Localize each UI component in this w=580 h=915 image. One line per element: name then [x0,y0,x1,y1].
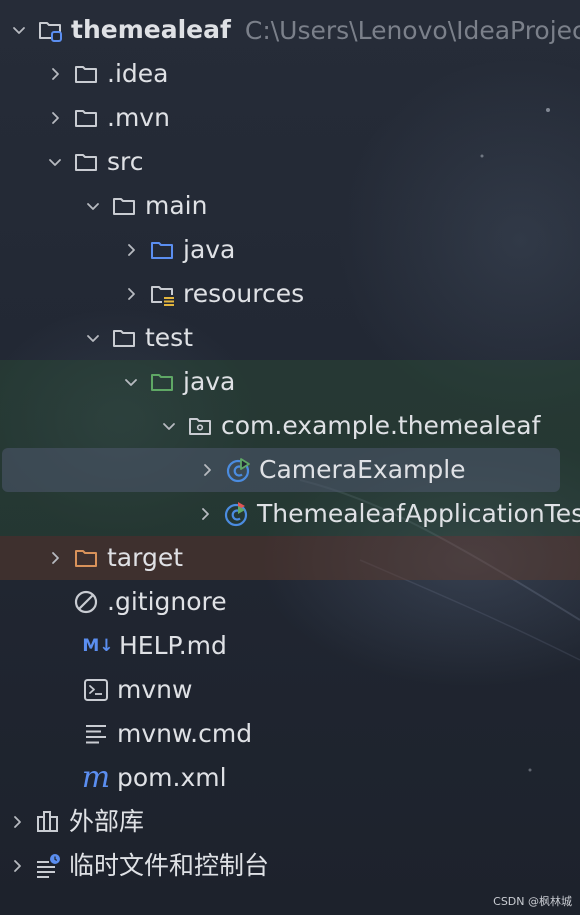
package-icon [186,412,214,440]
tree-row-src[interactable]: src [0,140,580,184]
chevron-right-icon[interactable] [44,63,66,85]
markdown-icon: M↓ [82,636,114,656]
maven-icon: m [81,760,111,795]
watermark: CSDN @枫林城 [493,895,572,908]
chevron-down-icon[interactable] [44,151,66,173]
project-name: themealeaf [71,15,231,44]
folder-icon [72,60,100,88]
test-root-folder-icon [148,368,176,396]
tree-row-package[interactable]: com.example.themealeaf [0,404,580,448]
ignore-file-icon [72,588,100,616]
test-class-icon [222,500,250,528]
tree-row-mvn[interactable]: .mvn [0,96,580,140]
excluded-folder-icon [72,544,100,572]
folder-icon [72,104,100,132]
tree-label: test [145,323,194,352]
tree-label: .gitignore [107,587,227,616]
chevron-down-icon[interactable] [82,327,104,349]
source-root-folder-icon [148,236,176,264]
tree-row-target[interactable]: target [0,536,580,580]
folder-icon [110,324,138,352]
tree-label: HELP.md [119,631,227,660]
project-path: C:\Users\Lenovo\IdeaProjects [244,15,580,45]
tree-label: 外部库 [69,807,145,836]
tree-row-test[interactable]: test [0,316,580,360]
tree-row-mvnw[interactable]: mvnw [0,668,580,712]
tree-row-test-java[interactable]: java [0,360,580,404]
chevron-right-icon[interactable] [44,547,66,569]
chevron-right-icon[interactable] [120,283,142,305]
chevron-right-icon[interactable] [44,107,66,129]
tree-label: ThemealeafApplicationTests [257,499,580,528]
tree-label: main [145,191,208,220]
tree-label: java [183,367,236,396]
chevron-right-icon[interactable] [196,459,218,481]
chevron-down-icon[interactable] [8,19,30,41]
tree-row-mvnw-cmd[interactable]: mvnw.cmd [0,712,580,756]
tree-row-resources[interactable]: resources [0,272,580,316]
text-file-icon [82,720,110,748]
chevron-right-icon[interactable] [120,239,142,261]
folder-icon [110,192,138,220]
chevron-right-icon[interactable] [194,503,216,525]
tree-label: target [107,543,184,572]
tree-row-camera-example[interactable]: CameraExample [2,448,560,492]
chevron-down-icon[interactable] [82,195,104,217]
module-folder-icon [36,16,64,44]
resources-folder-icon [148,280,176,308]
tree-row-external-libraries[interactable]: 外部库 [0,800,580,844]
tree-label: java [183,235,236,264]
library-icon [34,808,62,836]
tree-label: resources [183,279,305,308]
chevron-down-icon[interactable] [120,371,142,393]
tree-row-scratches[interactable]: 临时文件和控制台 [0,844,580,888]
tree-row-gitignore[interactable]: .gitignore [0,580,580,624]
tree-label: CameraExample [259,455,466,484]
folder-icon [72,148,100,176]
tree-row-application-tests[interactable]: ThemealeafApplicationTests [0,492,580,536]
tree-label: pom.xml [117,763,227,792]
chevron-down-icon[interactable] [158,415,180,437]
tree-label: src [107,147,144,176]
shell-script-icon [82,676,110,704]
tree-label: .idea [107,59,169,88]
scratches-icon [34,852,62,880]
chevron-right-icon[interactable] [6,855,28,877]
tree-label: mvnw [117,675,193,704]
tree-row-main-java[interactable]: java [0,228,580,272]
tree-label: 临时文件和控制台 [69,851,270,880]
tree-row-help-md[interactable]: M↓ HELP.md [0,624,580,668]
tree-row-project[interactable]: themealeaf C:\Users\Lenovo\IdeaProjects [0,8,580,52]
tree-label: .mvn [107,103,170,132]
tree-label: com.example.themealeaf [221,411,541,440]
tree-row-pom[interactable]: m pom.xml [0,756,580,800]
tree-label: mvnw.cmd [117,719,253,748]
tree-row-main[interactable]: main [0,184,580,228]
chevron-right-icon[interactable] [6,811,28,833]
tree-row-idea[interactable]: .idea [0,52,580,96]
runnable-class-icon [224,456,252,484]
